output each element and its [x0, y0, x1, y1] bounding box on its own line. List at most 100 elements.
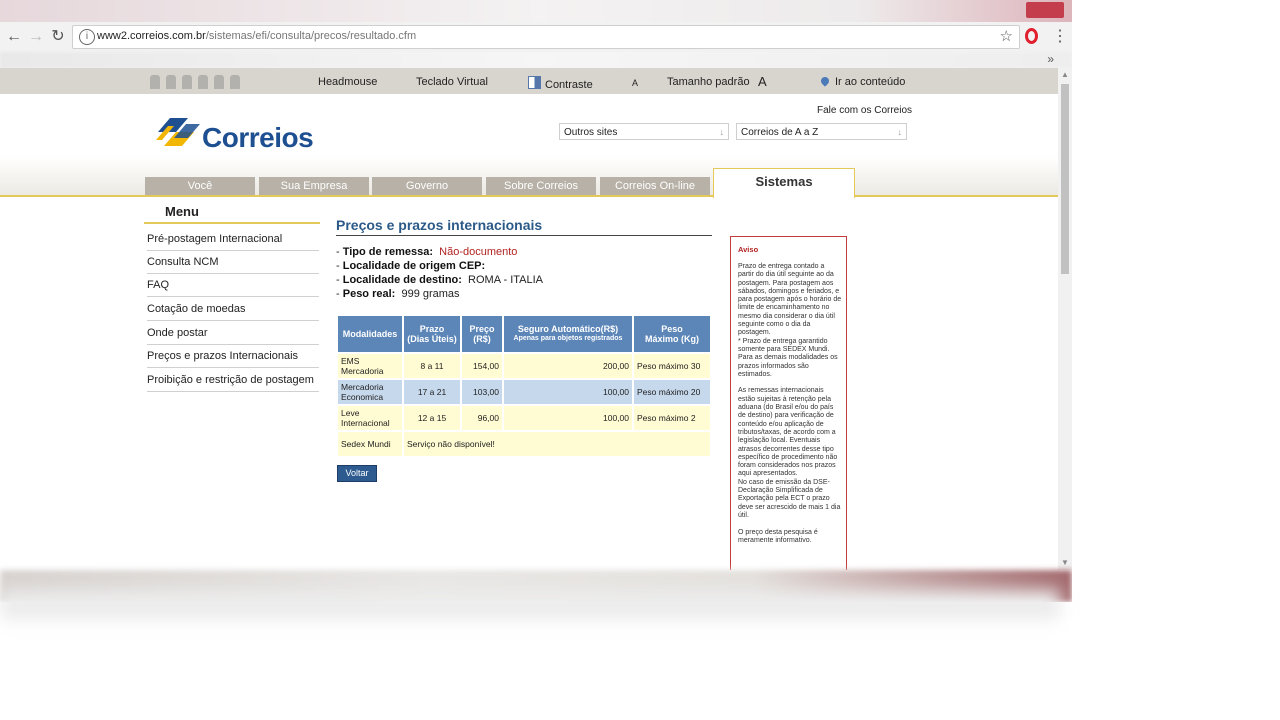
- outros-sites-select[interactable]: Outros sites ↓: [559, 123, 729, 140]
- browser-toolbar: ← → ↻ i www2.correios.com.br/sistemas/ef…: [0, 22, 1072, 53]
- menu-item-onde-postar[interactable]: Onde postar: [147, 322, 319, 345]
- correios-a-z-value: Correios de A a Z: [741, 127, 819, 138]
- tipo-remessa-label: Tipo de remessa:: [342, 246, 434, 258]
- font-default-link[interactable]: Tamanho padrão: [667, 76, 750, 88]
- cell-modalidade: Sedex Mundi: [338, 432, 402, 456]
- browser-menu-icon[interactable]: ⋮: [1052, 26, 1068, 46]
- table-row: Mercadoria Economica 17 a 21 103,00 100,…: [338, 380, 710, 404]
- table-row: Sedex Mundi Serviço não disponível!: [338, 432, 710, 456]
- url-host: www2.correios.com.br: [97, 30, 206, 42]
- fale-com-correios-link[interactable]: Fale com os Correios: [817, 105, 912, 116]
- scroll-up-icon[interactable]: ▲: [1061, 70, 1069, 79]
- address-bar[interactable]: i www2.correios.com.br/sistemas/efi/cons…: [72, 25, 1020, 49]
- bookmarks-bar: »: [0, 52, 1072, 68]
- contraste-link[interactable]: Contraste: [528, 76, 593, 91]
- header-modalidades: Modalidades: [338, 316, 402, 352]
- cell-seguro: 200,00: [504, 354, 632, 378]
- table-row: EMS Mercadoria 8 a 11 154,00 200,00 Peso…: [338, 354, 710, 378]
- url-text[interactable]: www2.correios.com.br/sistemas/efi/consul…: [97, 30, 416, 42]
- accessibility-icons: [150, 75, 260, 89]
- correios-logo-icon[interactable]: [156, 118, 202, 152]
- cell-prazo: 8 a 11: [404, 354, 460, 378]
- location-pin-icon: [819, 75, 831, 87]
- title-bar: [0, 0, 1072, 22]
- font-decrease-button[interactable]: A: [632, 78, 638, 88]
- bookmark-star-icon[interactable]: ☆: [1000, 27, 1013, 45]
- cell-preco: 96,00: [462, 406, 502, 430]
- ir-ao-conteudo-link[interactable]: Ir ao conteúdo: [819, 75, 905, 88]
- cell-preco: 154,00: [462, 354, 502, 378]
- header-seguro-sub: Apenas para objetos registrados: [513, 335, 623, 342]
- header-seguro: Seguro Automático(R$) Apenas para objetos…: [504, 316, 632, 352]
- title-rule: [336, 235, 712, 236]
- cell-peso: Peso máximo 20: [634, 380, 710, 404]
- destino-value: ROMA - ITALIA: [468, 274, 544, 286]
- header-peso: Peso Máximo (Kg): [634, 316, 710, 352]
- header-divider: [0, 195, 1058, 197]
- destino-label: Localidade de destino:: [342, 274, 462, 286]
- web-page: Headmouse Teclado Virtual Contraste A Ta…: [0, 68, 1058, 570]
- url-path: /sistemas/efi/consulta/precos/resultado.…: [205, 30, 417, 42]
- browser-window: ← → ↻ i www2.correios.com.br/sistemas/ef…: [0, 0, 1072, 602]
- cell-seguro: 100,00: [504, 406, 632, 430]
- header-prazo-sub: (Dias Úteis): [407, 334, 457, 344]
- cell-modalidade: Leve Internacional: [338, 406, 402, 430]
- tab-voce[interactable]: Você: [145, 177, 255, 195]
- font-increase-button[interactable]: A: [758, 74, 767, 89]
- table-header-row: Modalidades Prazo (Dias Úteis) Preço (R$) …: [338, 316, 710, 352]
- voltar-button[interactable]: Voltar: [337, 465, 377, 482]
- opera-extension-icon[interactable]: [1025, 28, 1038, 44]
- tab-governo[interactable]: Governo: [372, 177, 482, 195]
- tab-correios-online[interactable]: Correios On-line: [600, 177, 710, 195]
- menu-item-consulta-ncm[interactable]: Consulta NCM: [147, 251, 319, 274]
- correios-logo-text[interactable]: Correios: [202, 122, 314, 154]
- menu-title: Menu: [165, 204, 199, 219]
- header-seguro-label: Seguro Automático(R$): [517, 324, 619, 334]
- results-table: Modalidades Prazo (Dias Úteis) Preço (R$) …: [336, 314, 712, 458]
- menu-item-pre-postagem[interactable]: Pré-postagem Internacional: [147, 228, 319, 251]
- aviso-box: Aviso Prazo de entrega contado a partir …: [730, 236, 847, 570]
- cell-modalidade: EMS Mercadoria: [338, 354, 402, 378]
- cell-peso: Peso máximo 30: [634, 354, 710, 378]
- tab-sua-empresa[interactable]: Sua Empresa: [259, 177, 369, 195]
- header-peso-label: Peso: [661, 324, 683, 334]
- forward-icon[interactable]: →: [26, 27, 46, 47]
- peso-label: Peso real:: [342, 288, 396, 300]
- more-bookmarks-button[interactable]: »: [1047, 52, 1054, 66]
- headmouse-link[interactable]: Headmouse: [318, 76, 377, 88]
- info-icon[interactable]: i: [79, 29, 95, 45]
- blurred-region: [0, 590, 1060, 620]
- tipo-remessa-line: - Tipo de remessa: Não-documento: [336, 246, 518, 258]
- header-preco-sub: (R$): [473, 334, 491, 344]
- header-peso-sub: Máximo (Kg): [645, 334, 699, 344]
- tab-sobre-correios[interactable]: Sobre Correios: [486, 177, 596, 195]
- back-icon[interactable]: ←: [4, 27, 24, 47]
- scrollbar-thumb[interactable]: [1061, 84, 1069, 274]
- cell-prazo: 17 a 21: [404, 380, 460, 404]
- cell-modalidade: Mercadoria Economica: [338, 380, 402, 404]
- accessibility-bar: Headmouse Teclado Virtual Contraste A Ta…: [0, 68, 1058, 94]
- menu-item-proibicao[interactable]: Proibição e restrição de postagem: [147, 369, 319, 392]
- menu-item-faq[interactable]: FAQ: [147, 274, 319, 297]
- aviso-title: Aviso: [738, 245, 759, 254]
- origem-label: Localidade de origem CEP:: [342, 260, 486, 272]
- table-row: Leve Internacional 12 a 15 96,00 100,00 …: [338, 406, 710, 430]
- menu-item-precos-prazos[interactable]: Preços e prazos Internacionais: [147, 345, 319, 368]
- menu-underline: [144, 222, 320, 224]
- teclado-virtual-link[interactable]: Teclado Virtual: [416, 76, 488, 88]
- header-preco-label: Preço: [469, 324, 495, 334]
- header-prazo-label: Prazo: [419, 324, 445, 334]
- cell-prazo: 12 a 15: [404, 406, 460, 430]
- scroll-down-icon[interactable]: ▼: [1061, 558, 1069, 567]
- correios-a-z-select[interactable]: Correios de A a Z ↓: [736, 123, 907, 140]
- window-close-button[interactable]: [1026, 2, 1064, 18]
- tab-sistemas[interactable]: Sistemas: [713, 168, 855, 198]
- peso-line: - Peso real: 999 gramas: [336, 288, 460, 300]
- peso-value: 999 gramas: [401, 288, 460, 300]
- reload-icon[interactable]: ↻: [48, 27, 68, 47]
- cell-sedex-status: Serviço não disponível!: [404, 432, 710, 456]
- aviso-text: Prazo de entrega contado a partir do dia…: [738, 263, 842, 544]
- menu-item-cotacao-moedas[interactable]: Cotação de moedas: [147, 298, 319, 321]
- page-scrollbar[interactable]: ▲ ▼: [1058, 68, 1072, 570]
- contrast-icon: [528, 76, 541, 89]
